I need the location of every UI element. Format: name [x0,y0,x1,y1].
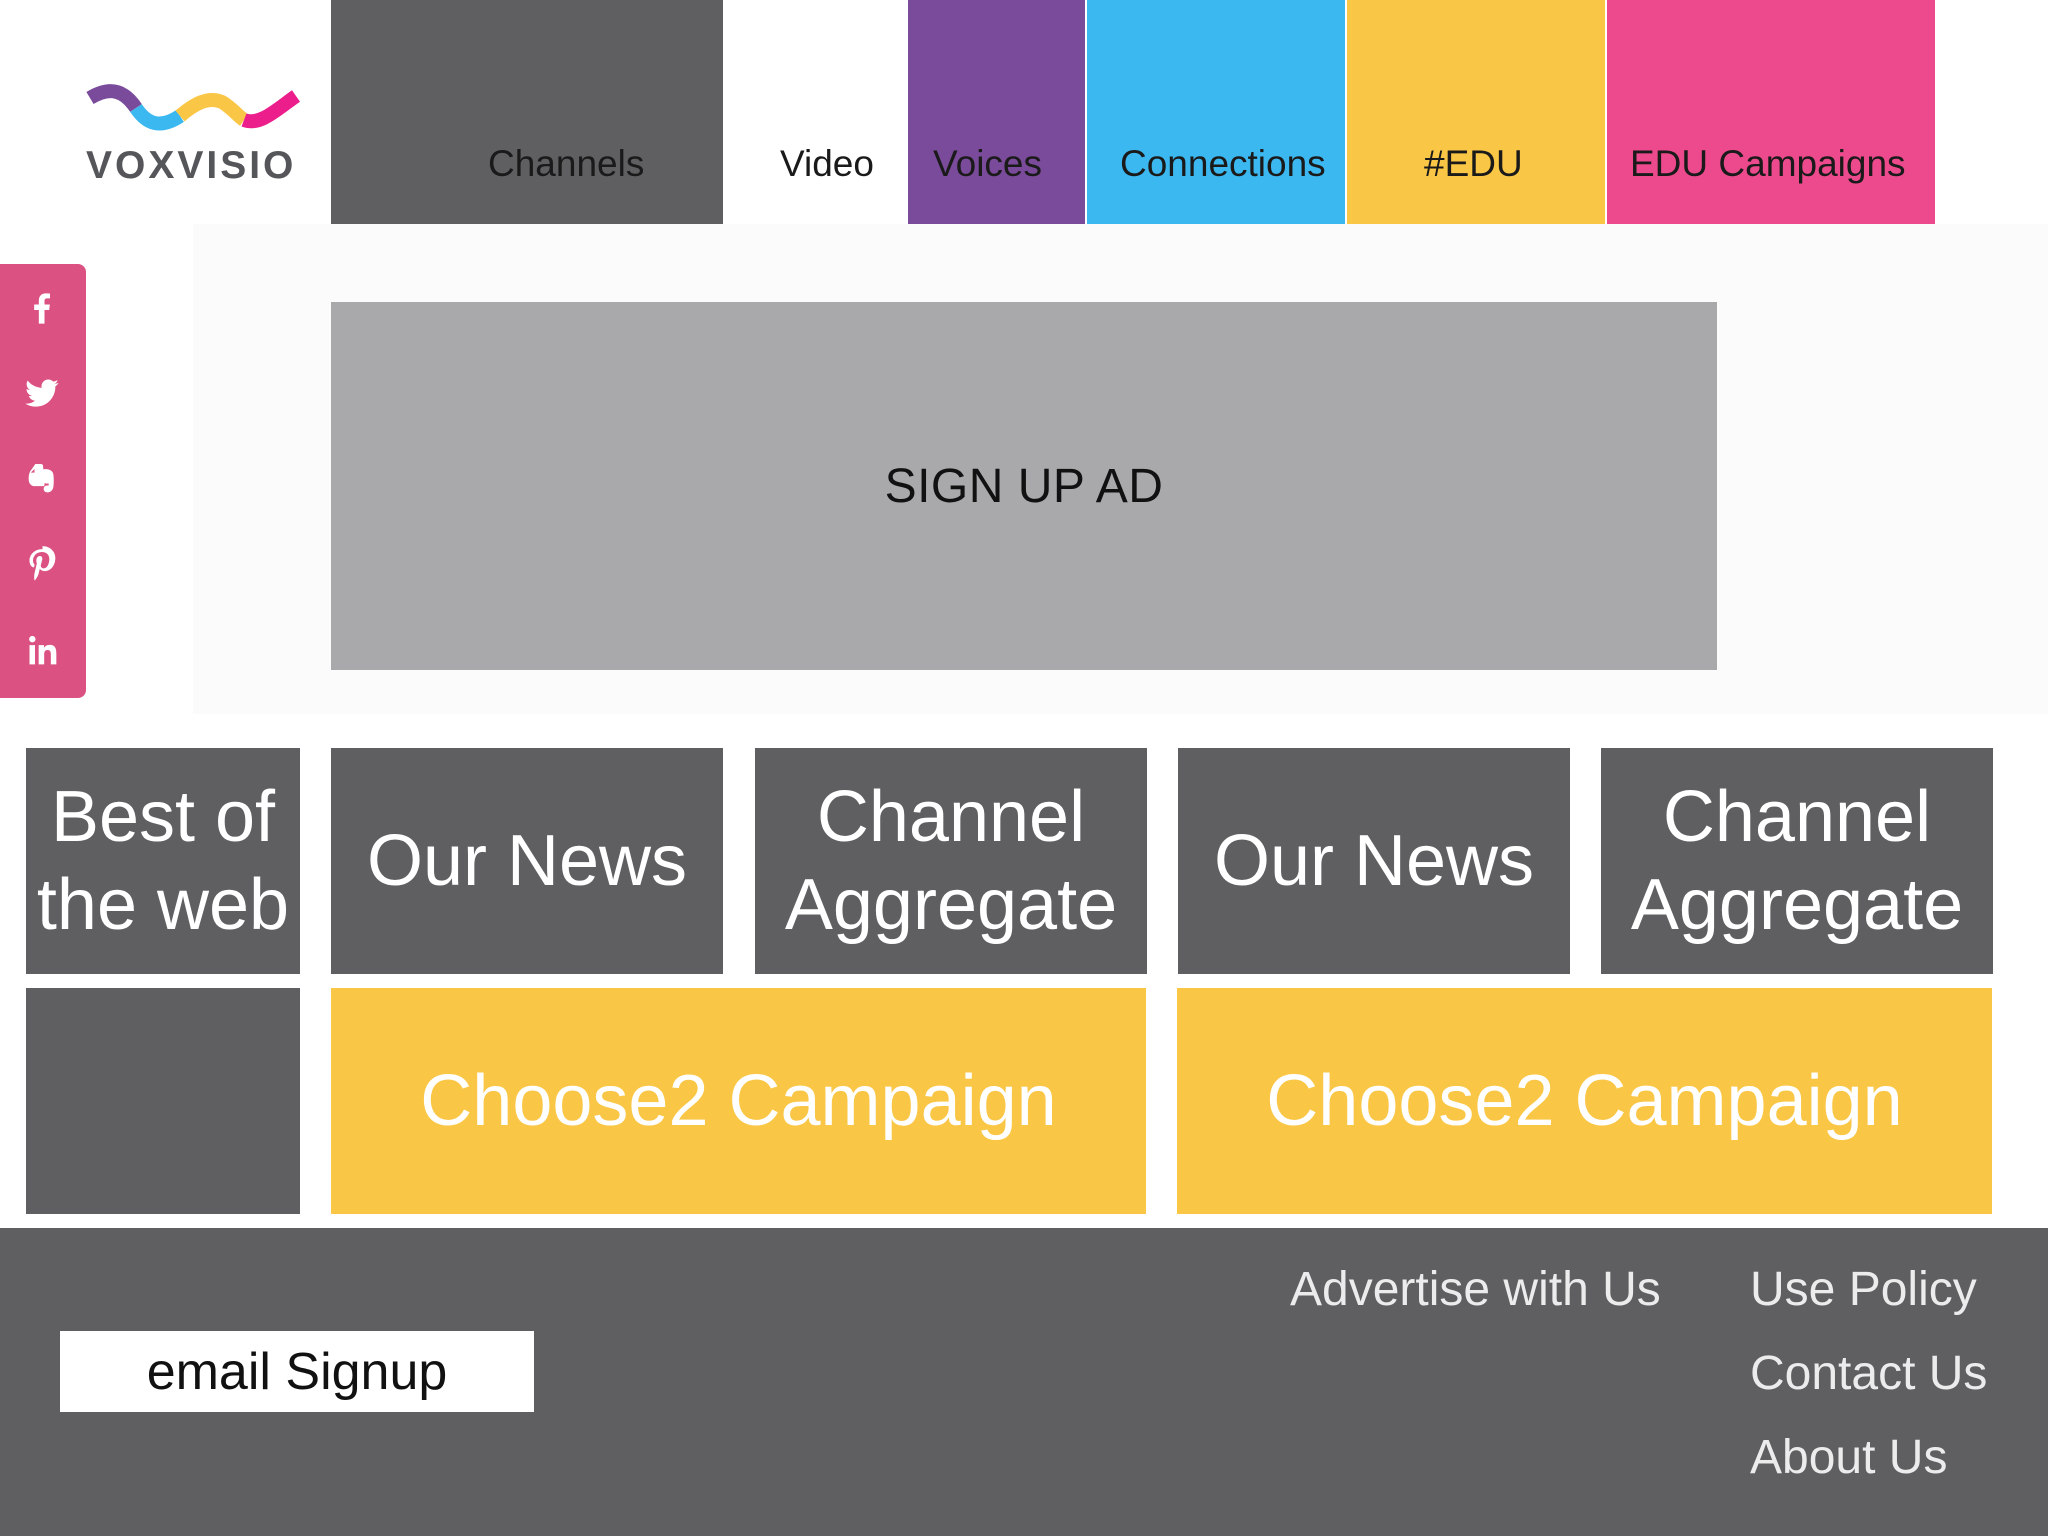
footer: email Signup Advertise with Us Use Polic… [0,1228,2048,1536]
sign-up-ad[interactable]: SIGN UP AD [331,302,1717,670]
nav-tab-label: EDU Campaigns [1630,143,1906,184]
tile-label: Our News [366,821,688,901]
tile-best-of-the-web[interactable]: Best of the web [26,748,300,974]
nav-tab-video[interactable]: Video [723,0,908,224]
tile-label-line: Aggregate [1630,865,1964,945]
tile-channel-aggregate[interactable]: Channel Aggregate [1601,748,1993,974]
tile-label-line: Aggregate [784,865,1118,945]
tile-label: Channel Aggregate [1631,773,1963,949]
footer-link-contact[interactable]: Contact Us [1750,1346,1987,1402]
tile-channel-aggregate[interactable]: Channel Aggregate [755,748,1147,974]
nav-tab-label: Voices [933,143,1043,184]
nav-tab-label: #EDU [1424,143,1523,184]
tile-label: Best of the web [37,773,289,949]
footer-link-use-policy[interactable]: Use Policy [1750,1262,1977,1318]
logo-text: VOXVISIO [86,144,297,187]
nav-tab-label: Channels [488,143,645,184]
social-share-bar [0,264,86,698]
tile-label: Choose2 Campaign [1266,1061,1903,1141]
facebook-icon[interactable] [14,279,70,335]
tile-label-line: Best of [50,777,276,857]
tile-label-line: the web [36,865,290,945]
tile-choose2-campaign[interactable]: Choose2 Campaign [1177,988,1992,1214]
nav-tab-label: Video [780,143,874,184]
twitter-icon[interactable] [14,365,70,421]
pinterest-icon[interactable] [14,537,70,593]
ad-label: SIGN UP AD [884,459,1164,513]
nav-tab-edu[interactable]: #EDU [1347,0,1605,224]
tile-label: Choose2 Campaign [420,1061,1057,1141]
tile-label-line: Channel [1662,777,1932,857]
tile-label: Our News [1213,821,1535,901]
tile-our-news[interactable]: Our News [1178,748,1570,974]
nav-tab-label: Connections [1120,143,1326,184]
linkedin-icon[interactable] [14,623,70,679]
tile-label-line: Channel [816,777,1086,857]
logo-wave-icon [86,84,301,131]
tile-our-news[interactable]: Our News [331,748,723,974]
tile-label: Channel Aggregate [785,773,1117,949]
footer-link-about[interactable]: About Us [1750,1430,1947,1486]
email-signup-label: email Signup [146,1342,448,1401]
nav-tab-connections[interactable]: Connections [1087,0,1345,224]
nav-tab-edu-campaigns[interactable]: EDU Campaigns [1607,0,1935,224]
tile-choose2-campaign[interactable]: Choose2 Campaign [331,988,1146,1214]
tile-blank[interactable] [26,988,300,1214]
page: VOXVISIO Channels Video Voices Connectio… [0,0,2048,1536]
logo[interactable]: VOXVISIO [80,82,306,192]
nav-tab-voices[interactable]: Voices [908,0,1085,224]
footer-link-advertise[interactable]: Advertise with Us [1290,1262,1661,1318]
evernote-icon[interactable] [14,451,70,507]
nav-tab-channels[interactable]: Channels [331,0,723,224]
email-signup-button[interactable]: email Signup [60,1331,534,1412]
